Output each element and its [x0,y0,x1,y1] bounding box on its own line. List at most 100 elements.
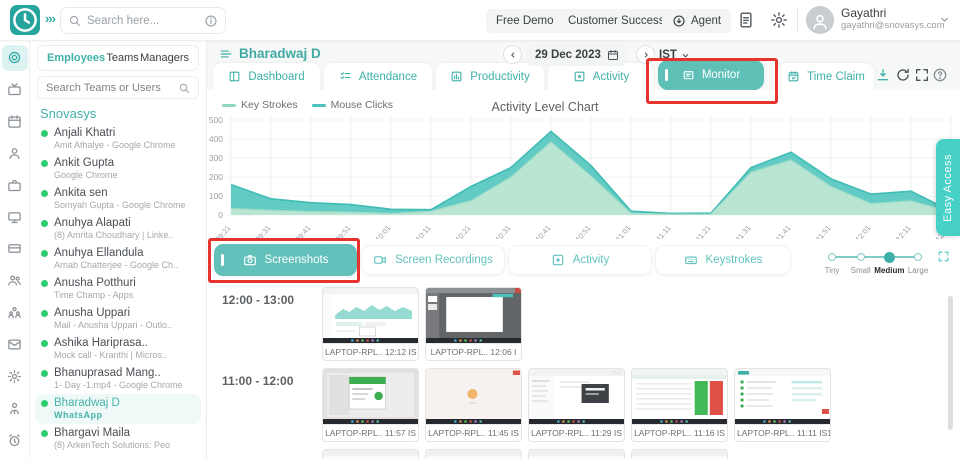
clock-logo-icon [10,5,40,35]
employee-activity-subtitle: Somyah Gupta - Google Chrome [54,200,195,210]
tv-icon [7,82,22,97]
employee-list-item[interactable]: Bharadwaj DWhatsApp [35,394,201,424]
rail-item-target[interactable] [2,45,28,71]
rail-item-briefcase[interactable] [2,172,28,198]
group-title: Snovasys [40,106,196,121]
tab-time-claim[interactable]: Time Claim [778,63,874,90]
svg-text:10:41: 10:41 [534,224,553,239]
settings-gear-icon[interactable] [770,11,788,29]
rail-item-tv[interactable] [2,77,28,103]
rail-item-alarm[interactable] [2,427,28,453]
rail-item-users[interactable] [2,268,28,294]
user-avatar[interactable] [806,6,834,34]
employee-list-item[interactable]: Bhanuprasad Mang..1- Day -1.mp4 - Google… [35,364,201,394]
employee-activity-subtitle: Time Champ - Apps [54,290,195,300]
employee-list-item[interactable]: Anjali KhatriAmit Athalye - Google Chrom… [35,124,201,154]
screenshot-thumbnail[interactable] [425,449,522,459]
screenshot-thumbnail[interactable]: LAPTOP-RPL.. 11:11 IS1 [734,368,831,442]
subtab-keystrokes[interactable]: Keystrokes [655,245,791,275]
prev-day-button[interactable] [503,45,522,64]
tab-attendance[interactable]: Attendance [324,63,432,90]
document-icon[interactable] [737,11,755,29]
employee-list-item[interactable]: Bhargavi Maila(8) ArkenTech Solutions: P… [35,424,201,454]
screenshot-thumbnail[interactable]: LAPTOP-RPL.. 11:29 IS [528,368,625,442]
sidebar-tab-managers[interactable]: Managers [140,52,189,64]
icon-rail [0,41,30,459]
grid-expand-icon[interactable] [937,250,950,263]
rail-item-mail[interactable] [2,332,28,358]
employee-name: Anuhya Ellandula [41,247,195,259]
agent-download-icon [672,14,686,28]
svg-text:12:01: 12:01 [854,224,873,239]
screenshot-thumbnail[interactable] [322,449,419,459]
screenshot-thumbnail[interactable] [631,449,728,459]
screenshot-thumbnail[interactable]: LAPTOP-RPL.. 12:12 IS [322,287,419,361]
svg-text:12:11: 12:11 [894,224,913,239]
rail-item-team[interactable] [2,300,28,326]
sidebar-expand-chevrons-icon[interactable]: ››› [45,11,55,26]
screenshot-thumbnail[interactable]: LAPTOP-RPL.. 11:57 IS [322,368,419,442]
dashboard-icon [228,70,241,83]
help-icon[interactable] [932,67,948,83]
sidebar-tab-employees[interactable]: Employees [47,52,105,64]
employee-list-item[interactable]: Anusha UppariMail - Anusha Uppari - Outl… [35,304,201,334]
chevron-right-icon [640,49,652,61]
svg-text:500: 500 [209,115,223,125]
date-picker[interactable]: 29 Dec 2023 [527,44,627,66]
size-stop-small[interactable] [857,253,865,261]
svg-text:11:11: 11:11 [654,224,672,239]
fullscreen-icon[interactable] [914,67,930,83]
tab-dashboard[interactable]: Dashboard [213,63,320,90]
screenshot-thumbnail[interactable]: LAPTOP-RPL.. 11:45 IS [425,368,522,442]
rail-item-calendar[interactable] [2,109,28,135]
subtab-screenshots[interactable]: Screenshots [214,244,357,276]
rail-item-monitor[interactable] [2,204,28,230]
monitor-icon [7,210,22,225]
tab-activity[interactable]: Activity [548,63,654,90]
calendar-icon [7,114,22,129]
screenshot-thumbnail[interactable] [528,449,625,459]
size-slider-track[interactable] [832,256,918,258]
grid-scrollbar[interactable] [948,296,953,430]
agent-button[interactable]: Agent [662,9,731,33]
download-icon[interactable] [875,67,891,83]
screenshot-thumbnail[interactable]: LAPTOP-RPL.. 12:06 I [425,287,522,361]
employee-list-item[interactable]: Ashika Hariprasa..Mock call - Kranthi | … [35,334,201,364]
user-menu-caret-icon[interactable] [938,13,951,26]
customer-success-button[interactable]: Customer Success [558,9,675,33]
size-label-large[interactable]: Large [901,266,935,275]
tab-label: Dashboard [248,71,304,83]
subtab-screen-recordings[interactable]: Screen Recordings [361,245,505,275]
subtab-label: Activity [573,254,609,266]
next-day-button[interactable] [636,45,655,64]
app-logo[interactable] [10,5,40,35]
filter-lines-icon[interactable] [219,47,233,61]
screenshot-label: LAPTOP-RPL.. 12:12 IS [323,343,418,360]
sidebar-tab-teams[interactable]: Teams [106,52,138,64]
employee-list-item[interactable]: Ankit GuptaGoogle Chrome [35,154,201,184]
rail-item-gear[interactable] [2,363,28,389]
screenshot-row: 11:00 - 12:00LAPTOP-RPL.. 11:57 ISLAPTOP… [213,368,947,442]
subtab-activity[interactable]: Activity [508,245,652,275]
size-stop-medium[interactable] [884,252,895,263]
refresh-icon[interactable] [895,67,911,83]
screenshot-label: LAPTOP-RPL.. 12:06 I [426,343,521,360]
tab-productivity[interactable]: Productivity [436,63,544,90]
easy-access-tab[interactable]: Easy Access [936,139,960,236]
global-search-input[interactable] [87,15,198,27]
subtab-label: Keystrokes [706,254,763,266]
sidebar-search-input[interactable] [46,82,178,94]
employee-list-item[interactable]: Anuhya EllandulaArnab Chatterjee - Googl… [35,244,201,274]
screenshot-preview [323,288,418,343]
size-stop-tiny[interactable] [828,253,836,261]
employee-list-item[interactable]: Anusha PotthuriTime Champ - Apps [35,274,201,304]
rail-item-card[interactable] [2,236,28,262]
free-demo-button[interactable]: Free Demo [486,9,564,33]
employee-list-item[interactable]: Anuhya Alapati(8) Amrita Choudhary | Lin… [35,214,201,244]
info-icon[interactable] [204,14,218,28]
employee-list-item[interactable]: Ankita senSomyah Gupta - Google Chrome [35,184,201,214]
rail-item-person[interactable] [2,141,28,167]
tab-monitor[interactable]: Monitor [658,60,764,90]
screenshot-thumbnail[interactable]: LAPTOP-RPL.. 11:16 IS [631,368,728,442]
rail-item-person-badge[interactable] [2,395,28,421]
